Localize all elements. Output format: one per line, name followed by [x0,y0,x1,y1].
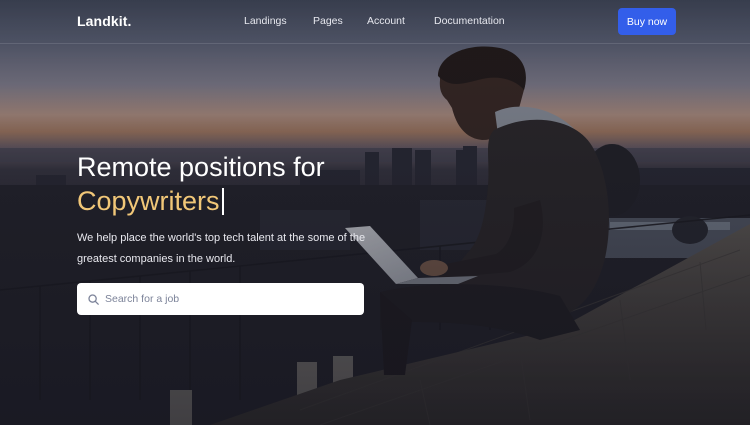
nav-link-documentation[interactable]: Documentation [434,15,505,27]
job-search-input[interactable] [105,293,364,305]
nav-link-account[interactable]: Account [367,15,405,27]
buy-now-button[interactable]: Buy now [618,8,676,35]
nav-link-pages[interactable]: Pages [313,15,343,27]
hero-heading-line1: Remote positions for [77,152,325,182]
hero-section: Landkit. Landings Pages Account Document… [0,0,750,425]
job-search-box[interactable] [77,283,364,315]
typing-caret [221,188,224,215]
navbar: Landkit. Landings Pages Account Document… [0,0,750,44]
hero-heading: Remote positions for Copywriters [77,150,325,218]
hero-lead-text: We help place the world's top tech talen… [77,232,366,265]
nav-link-landings[interactable]: Landings [244,15,287,27]
hero-heading-accent: Copywriters [77,186,220,216]
search-icon [88,293,99,305]
